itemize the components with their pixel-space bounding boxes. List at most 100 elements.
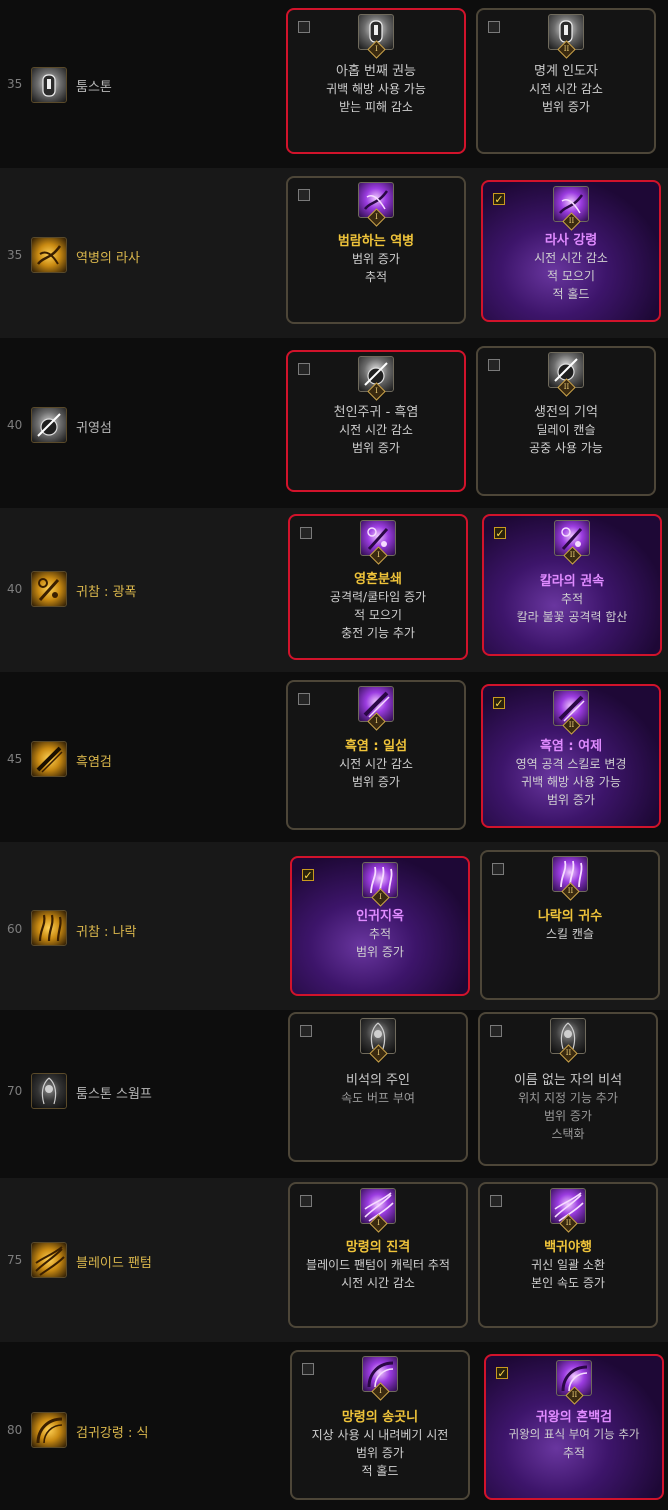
ghost-flash-icon xyxy=(31,407,67,443)
talent-card-option-2[interactable]: II 백귀야행 귀신 일괄 소환 본인 속도 증가 xyxy=(478,1182,658,1328)
talent-effect: 공격력/쿨타임 증가 xyxy=(329,590,427,604)
talent-effect: 칼라 불꽃 공격력 합산 xyxy=(516,610,628,624)
talent-effect: 귀백 해방 사용 가능 xyxy=(326,82,426,96)
talent-title: 천인주귀 - 흑염 xyxy=(333,405,419,420)
talent-checkbox[interactable] xyxy=(300,1025,312,1037)
talent-effect: 적 모으기 xyxy=(547,269,595,283)
talent-effect: 시전 시간 감소 xyxy=(529,82,603,96)
skill-level: 35 xyxy=(7,77,23,91)
tombstone-swamp-icon xyxy=(31,1073,67,1109)
berserk-slash-icon xyxy=(31,571,67,607)
talent-effect: 추적 xyxy=(562,1446,586,1460)
talent-checkbox-checked[interactable]: ✓ xyxy=(494,527,506,539)
skill-name: 귀참 : 광폭 xyxy=(76,585,137,600)
skill-row-tombstone: 35 툼스톤 I 아홉 번째 권능 귀백 해방 사용 가능 받는 피해 감소 I… xyxy=(0,0,668,168)
talent-card-option-2[interactable]: II 명계 인도자 시전 시간 감소 범위 증가 xyxy=(476,8,656,154)
skill-level: 75 xyxy=(7,1253,23,1267)
talent-title: 생전의 기억 xyxy=(534,405,598,420)
talent-effect: 귀백 해방 사용 가능 xyxy=(521,775,621,789)
talent-effect: 범위 증가 xyxy=(547,793,595,807)
talent-effect: 충전 기능 추가 xyxy=(341,626,415,640)
blade-phantom-icon xyxy=(31,1242,67,1278)
talent-card-option-2[interactable]: ✓ II 라사 강령 시전 시간 감소 적 모으기 적 홀드 xyxy=(481,180,661,322)
talent-title: 귀왕의 혼백검 xyxy=(535,1410,613,1425)
talent-card-option-1[interactable]: I 천인주귀 - 흑염 시전 시간 감소 범위 증가 xyxy=(286,350,466,492)
talent-checkbox[interactable] xyxy=(298,693,310,705)
talent-checkbox[interactable] xyxy=(488,21,500,33)
abyss-slash-icon xyxy=(31,910,67,946)
skill-row-blade-phantom: 75 블레이드 팬텀 I 망령의 진격 블레이드 팬텀이 캐릭터 추적 시전 시… xyxy=(0,1178,668,1342)
talent-title: 라사 강령 xyxy=(544,233,598,248)
talent-checkbox[interactable] xyxy=(490,1025,502,1037)
talent-title: 범람하는 역병 xyxy=(337,234,415,249)
talent-checkbox[interactable] xyxy=(300,527,312,539)
talent-effect: 시전 시간 감소 xyxy=(339,423,413,437)
talent-card-option-1[interactable]: I 아홉 번째 권능 귀백 해방 사용 가능 받는 피해 감소 xyxy=(286,8,466,154)
skill-name: 흑염검 xyxy=(76,755,112,770)
talent-card-option-1[interactable]: I 범람하는 역병 범위 증가 추적 xyxy=(286,176,466,324)
skill-row-sword-ghost: 80 검귀강령 : 식 I 망령의 송곳니 지상 사용 시 내려베기 시전 범위… xyxy=(0,1342,668,1510)
talent-title: 이름 없는 자의 비석 xyxy=(513,1073,623,1088)
talent-effect: 범위 증가 xyxy=(352,441,400,455)
talent-effect: 추적 xyxy=(368,927,392,941)
talent-checkbox[interactable] xyxy=(298,189,310,201)
talent-card-option-1[interactable]: I 망령의 진격 블레이드 팬텀이 캐릭터 추적 시전 시간 감소 xyxy=(288,1182,468,1328)
talent-checkbox[interactable] xyxy=(492,863,504,875)
talent-effect: 추적 xyxy=(364,270,388,284)
talent-card-option-1[interactable]: I 흑염 : 일섬 시전 시간 감소 범위 증가 xyxy=(286,680,466,830)
talent-effect: 귀신 일괄 소환 xyxy=(531,1258,605,1272)
talent-effect: 딜레이 캔슬 xyxy=(536,423,596,437)
talent-checkbox-checked[interactable]: ✓ xyxy=(496,1367,508,1379)
skill-level: 80 xyxy=(7,1423,23,1437)
talent-effect: 지상 사용 시 내려베기 시전 xyxy=(311,1428,449,1442)
sword-ghost-icon xyxy=(31,1412,67,1448)
skill-level: 40 xyxy=(7,418,23,432)
talent-effect: 공중 사용 가능 xyxy=(529,441,603,455)
talent-effect: 받는 피해 감소 xyxy=(339,100,413,114)
talent-checkbox[interactable] xyxy=(298,21,310,33)
talent-title: 흑염 : 일섬 xyxy=(344,739,408,754)
talent-checkbox[interactable] xyxy=(298,363,310,375)
talent-checkbox[interactable] xyxy=(302,1363,314,1375)
skill-name: 귀참 : 나락 xyxy=(76,925,137,940)
talent-effect: 블레이드 팬텀이 캐릭터 추적 xyxy=(306,1258,450,1272)
skill-level: 35 xyxy=(7,248,23,262)
black-flame-sword-icon xyxy=(31,741,67,777)
skill-row-ghost-flash: 40 귀영섬 I 천인주귀 - 흑염 시전 시간 감소 범위 증가 II 생전의… xyxy=(0,338,668,508)
talent-title: 인귀지옥 xyxy=(356,909,404,924)
talent-card-option-2[interactable]: ✓ II 흑염 : 여제 영역 공격 스킬로 변경 귀백 해방 사용 가능 범위… xyxy=(481,684,661,828)
talent-effect: 추적 xyxy=(560,592,584,606)
talent-card-option-1[interactable]: I 망령의 송곳니 지상 사용 시 내려베기 시전 범위 증가 적 홀드 xyxy=(290,1350,470,1500)
talent-card-option-2[interactable]: II 나락의 귀수 스킬 캔슬 xyxy=(480,850,660,1000)
talent-title: 칼라의 권속 xyxy=(539,574,605,589)
talent-title: 명계 인도자 xyxy=(534,64,598,79)
skill-name: 검귀강령 : 식 xyxy=(76,1426,149,1441)
talent-card-option-2[interactable]: II 생전의 기억 딜레이 캔슬 공중 사용 가능 xyxy=(476,346,656,496)
talent-card-option-1[interactable]: ✓ I 인귀지옥 추적 범위 증가 xyxy=(290,856,470,996)
talent-effect: 스킬 캔슬 xyxy=(546,927,594,941)
skill-row-tombstone-swamp: 70 툼스톤 스웜프 I 비석의 주인 속도 버프 부여 II 이름 없는 자의… xyxy=(0,1010,668,1178)
talent-card-option-1[interactable]: I 비석의 주인 속도 버프 부여 xyxy=(288,1012,468,1162)
talent-checkbox[interactable] xyxy=(300,1195,312,1207)
skill-name: 블레이드 팬텀 xyxy=(76,1256,152,1271)
skill-row-black-flame-sword: 45 흑염검 I 흑염 : 일섬 시전 시간 감소 범위 증가 ✓ II 흑염 … xyxy=(0,672,668,842)
talent-checkbox-checked[interactable]: ✓ xyxy=(493,193,505,205)
talent-checkbox-checked[interactable]: ✓ xyxy=(493,697,505,709)
talent-effect: 스택화 xyxy=(551,1127,585,1141)
talent-effect: 시전 시간 감소 xyxy=(341,1276,415,1290)
skill-name: 툼스톤 스웜프 xyxy=(76,1087,152,1102)
talent-title: 나락의 귀수 xyxy=(537,909,603,924)
skill-name: 역병의 라사 xyxy=(76,251,140,266)
skill-row-abyss-slash: 60 귀참 : 나락 ✓ I 인귀지옥 추적 범위 증가 II 나락의 귀수 스… xyxy=(0,842,668,1010)
talent-checkbox[interactable] xyxy=(490,1195,502,1207)
talent-card-option-2[interactable]: II 이름 없는 자의 비석 위치 지정 기능 추가 범위 증가 스택화 xyxy=(478,1012,658,1166)
talent-effect: 범위 증가 xyxy=(542,100,590,114)
talent-card-option-1[interactable]: I 영혼분쇄 공격력/쿨타임 증가 적 모으기 충전 기능 추가 xyxy=(288,514,468,660)
talent-checkbox[interactable] xyxy=(488,359,500,371)
talent-effect: 범위 증가 xyxy=(356,945,404,959)
talent-card-option-2[interactable]: ✓ II 귀왕의 혼백검 귀왕의 표식 부여 기능 추가 추적 xyxy=(484,1354,664,1500)
skill-row-berserk-slash: 40 귀참 : 광폭 I 영혼분쇄 공격력/쿨타임 증가 적 모으기 충전 기능… xyxy=(0,508,668,672)
talent-effect: 범위 증가 xyxy=(544,1109,592,1123)
talent-card-option-2[interactable]: ✓ II 칼라의 권속 추적 칼라 불꽃 공격력 합산 xyxy=(482,514,662,656)
talent-checkbox-checked[interactable]: ✓ xyxy=(302,869,314,881)
